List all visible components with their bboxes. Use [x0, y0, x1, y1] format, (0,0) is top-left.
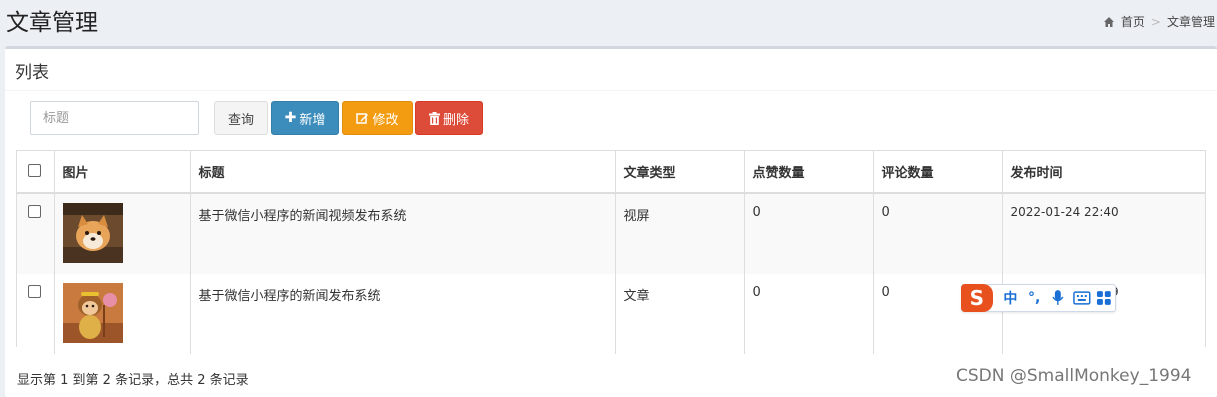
column-header-likes[interactable]: 点赞数量	[744, 151, 874, 194]
row-checkbox[interactable]	[28, 205, 41, 218]
table-row[interactable]: 基于微信小程序的新闻视频发布系统 视屏 0 0 2022-01-24 22:40	[17, 193, 1205, 274]
pagination-summary: 显示第 1 到第 2 条记录，总共 2 条记录	[17, 373, 249, 388]
breadcrumb-current: 文章管理	[1166, 15, 1215, 29]
title-search-input[interactable]	[30, 101, 199, 135]
add-button[interactable]: ✚ 新增	[271, 101, 339, 135]
shiba-dog-image	[62, 203, 123, 263]
home-icon	[1103, 16, 1114, 27]
breadcrumb-home[interactable]: 首页	[1121, 13, 1145, 30]
select-all-checkbox[interactable]	[28, 164, 41, 177]
column-header-title[interactable]: 标题	[190, 151, 616, 194]
list-box: 列表 查询 ✚ 新增 修改 删除	[5, 46, 1217, 397]
edit-icon	[356, 112, 369, 124]
row-title: 基于微信小程序的新闻发布系统	[190, 274, 616, 354]
ime-punctuation-toggle[interactable]: °,	[1022, 290, 1046, 306]
ime-toolbar[interactable]: S 中 °,	[961, 284, 1116, 312]
sogou-logo-icon[interactable]: S	[961, 284, 993, 312]
column-header-comments[interactable]: 评论数量	[873, 151, 1003, 194]
plus-icon: ✚	[284, 110, 297, 126]
page-header: 文章管理 首页 > 文章管理	[0, 0, 1217, 44]
add-label: 新增	[299, 112, 326, 128]
trash-icon	[428, 111, 440, 125]
column-header-type[interactable]: 文章类型	[615, 151, 745, 194]
toolbar: 查询 ✚ 新增 修改 删除	[30, 101, 483, 135]
column-header-image[interactable]: 图片	[54, 151, 191, 194]
articles-table: 图片 标题 文章类型 点赞数量 评论数量 发布时间 基于微信小程序的新闻视频发布…	[16, 150, 1206, 354]
breadcrumb-separator: >	[1150, 14, 1161, 29]
row-title: 基于微信小程序的新闻视频发布系统	[190, 193, 616, 274]
query-label: 查询	[227, 112, 254, 128]
monkey-cartoon-image	[62, 283, 123, 343]
csdn-watermark: CSDN @SmallMonkey_1994	[956, 366, 1192, 386]
box-title: 列表	[15, 63, 49, 83]
row-type: 文章	[615, 274, 745, 354]
row-likes: 0	[744, 274, 874, 354]
breadcrumb: 首页 > 文章管理	[1103, 13, 1215, 30]
delete-label: 删除	[442, 112, 469, 128]
page-title: 文章管理	[6, 10, 98, 36]
edit-button[interactable]: 修改	[342, 101, 413, 135]
edit-label: 修改	[372, 112, 399, 128]
column-header-time[interactable]: 发布时间	[1002, 151, 1205, 194]
apps-icon[interactable]	[1093, 290, 1115, 306]
row-comments: 0	[873, 193, 1003, 274]
ime-language-toggle[interactable]: 中	[999, 288, 1023, 308]
row-likes: 0	[744, 193, 874, 274]
row-time: 2022-01-24 22:40	[1002, 193, 1205, 274]
row-checkbox[interactable]	[28, 285, 41, 298]
row-type: 视屏	[615, 193, 745, 274]
query-button[interactable]: 查询	[214, 101, 268, 135]
table-header-row: 图片 标题 文章类型 点赞数量 评论数量 发布时间	[17, 151, 1205, 194]
keyboard-icon[interactable]	[1070, 291, 1094, 305]
delete-button[interactable]: 删除	[415, 101, 483, 135]
box-header: 列表	[5, 49, 1217, 91]
mic-icon[interactable]	[1046, 290, 1070, 306]
